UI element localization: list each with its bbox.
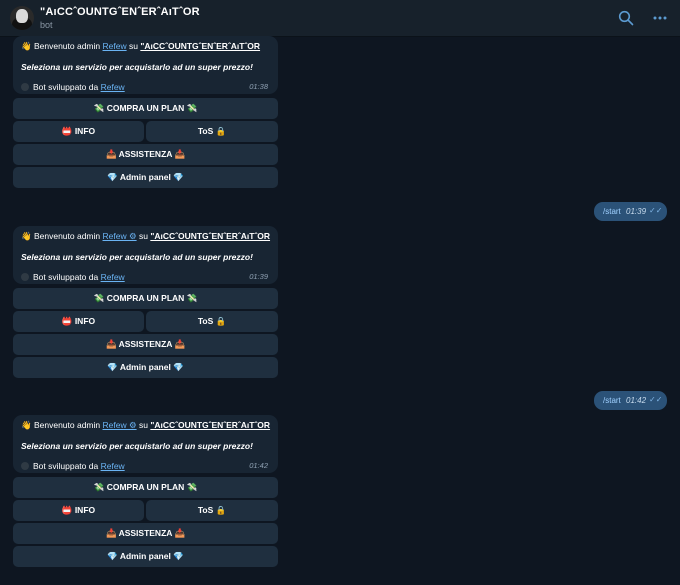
developer-text: Bot sviluppato da	[33, 461, 99, 471]
admin-panel-button[interactable]: 💎 Admin panel 💎	[13, 546, 278, 567]
welcome-text: Benvenuto admin	[33, 231, 101, 241]
bot-name[interactable]: "AıCCˆOUNTGˆENˆERˆAıTˆOR	[140, 41, 260, 51]
message-time: 01:42	[249, 461, 268, 470]
assistenza-button[interactable]: 📥 ASSISTENZA 📥	[13, 144, 278, 165]
developer-link[interactable]: Refew	[101, 82, 125, 92]
start-command[interactable]: /start	[603, 396, 621, 405]
welcome-text: Benvenuto admin	[33, 41, 101, 51]
developer-line: Bot sviluppato da Refew	[21, 82, 125, 92]
welcome-text: Benvenuto admin	[33, 420, 101, 430]
chat-header: "AıCCˆOUNTGˆENˆERˆAıTˆOR bot	[0, 0, 680, 37]
compra-button[interactable]: 💸 COMPRA UN PLAN 💸	[13, 288, 278, 309]
tos-button[interactable]: ToS 🔒	[146, 500, 278, 521]
message-time: 01:42	[626, 396, 647, 405]
read-ticks-icon: ✓✓	[649, 395, 663, 404]
chat-subtitle: bot	[40, 20, 53, 30]
developer-line: Bot sviluppato da Refew	[21, 272, 125, 282]
admin-panel-button[interactable]: 💎 Admin panel 💎	[13, 357, 278, 378]
avatar[interactable]	[10, 6, 34, 30]
user-link[interactable]: Refew ⚙	[103, 420, 137, 430]
admin-panel-button[interactable]: 💎 Admin panel 💎	[13, 167, 278, 188]
wave-emoji: 👋	[21, 41, 32, 51]
bot-message: 👋 Benvenuto admin Refew su "AıCCˆOUNTGˆE…	[13, 36, 278, 94]
read-ticks-icon: ✓✓	[649, 206, 663, 215]
outgoing-message: /start 01:39 ✓✓	[594, 202, 667, 221]
info-button[interactable]: 📛 INFO	[13, 500, 144, 521]
developer-text: Bot sviluppato da	[33, 272, 99, 282]
start-command[interactable]: /start	[603, 207, 621, 216]
developer-line: Bot sviluppato da Refew	[21, 461, 125, 471]
more-icon[interactable]	[652, 10, 668, 26]
message-time: 01:39	[626, 207, 647, 216]
avatar-face	[16, 9, 28, 23]
tos-button[interactable]: ToS 🔒	[146, 121, 278, 142]
welcome-line: 👋 Benvenuto admin Refew su "AıCCˆOUNTGˆE…	[21, 41, 260, 52]
info-button[interactable]: 📛 INFO	[13, 121, 144, 142]
message-subtitle: Seleziona un servizio per acquistarlo ad…	[21, 252, 253, 262]
search-icon[interactable]	[618, 10, 634, 26]
info-button[interactable]: 📛 INFO	[13, 311, 144, 332]
su-text: su	[138, 231, 148, 241]
message-subtitle: Seleziona un servizio per acquistarlo ad…	[21, 441, 253, 451]
wave-emoji: 👋	[21, 231, 32, 241]
bot-message: 👋 Benvenuto admin Refew ⚙ su "AıCCˆOUNTG…	[13, 226, 278, 284]
su-text: su	[128, 41, 138, 51]
dot-icon	[21, 462, 29, 470]
compra-button[interactable]: 💸 COMPRA UN PLAN 💸	[13, 98, 278, 119]
assistenza-button[interactable]: 📥 ASSISTENZA 📥	[13, 334, 278, 355]
welcome-line: 👋 Benvenuto admin Refew ⚙ su "AıCCˆOUNTG…	[21, 420, 270, 431]
user-link[interactable]: Refew	[103, 41, 127, 51]
welcome-line: 👋 Benvenuto admin Refew ⚙ su "AıCCˆOUNTG…	[21, 231, 270, 242]
message-time: 01:39	[249, 272, 268, 281]
outgoing-message: /start 01:42 ✓✓	[594, 391, 667, 410]
assistenza-button[interactable]: 📥 ASSISTENZA 📥	[13, 523, 278, 544]
bot-name[interactable]: "AıCCˆOUNTGˆENˆERˆAıTˆOR	[150, 231, 270, 241]
su-text: su	[138, 420, 148, 430]
chat-title[interactable]: "AıCCˆOUNTGˆENˆERˆAıTˆOR	[40, 6, 200, 18]
user-link[interactable]: Refew ⚙	[103, 231, 137, 241]
bot-name[interactable]: "AıCCˆOUNTGˆENˆERˆAıTˆOR	[150, 420, 270, 430]
tos-button[interactable]: ToS 🔒	[146, 311, 278, 332]
wave-emoji: 👋	[21, 420, 32, 430]
developer-link[interactable]: Refew	[101, 461, 125, 471]
message-subtitle: Seleziona un servizio per acquistarlo ad…	[21, 62, 253, 72]
compra-button[interactable]: 💸 COMPRA UN PLAN 💸	[13, 477, 278, 498]
message-time: 01:38	[249, 82, 268, 91]
dot-icon	[21, 273, 29, 281]
developer-text: Bot sviluppato da	[33, 82, 99, 92]
dot-icon	[21, 83, 29, 91]
developer-link[interactable]: Refew	[101, 272, 125, 282]
bot-message: 👋 Benvenuto admin Refew ⚙ su "AıCCˆOUNTG…	[13, 415, 278, 473]
